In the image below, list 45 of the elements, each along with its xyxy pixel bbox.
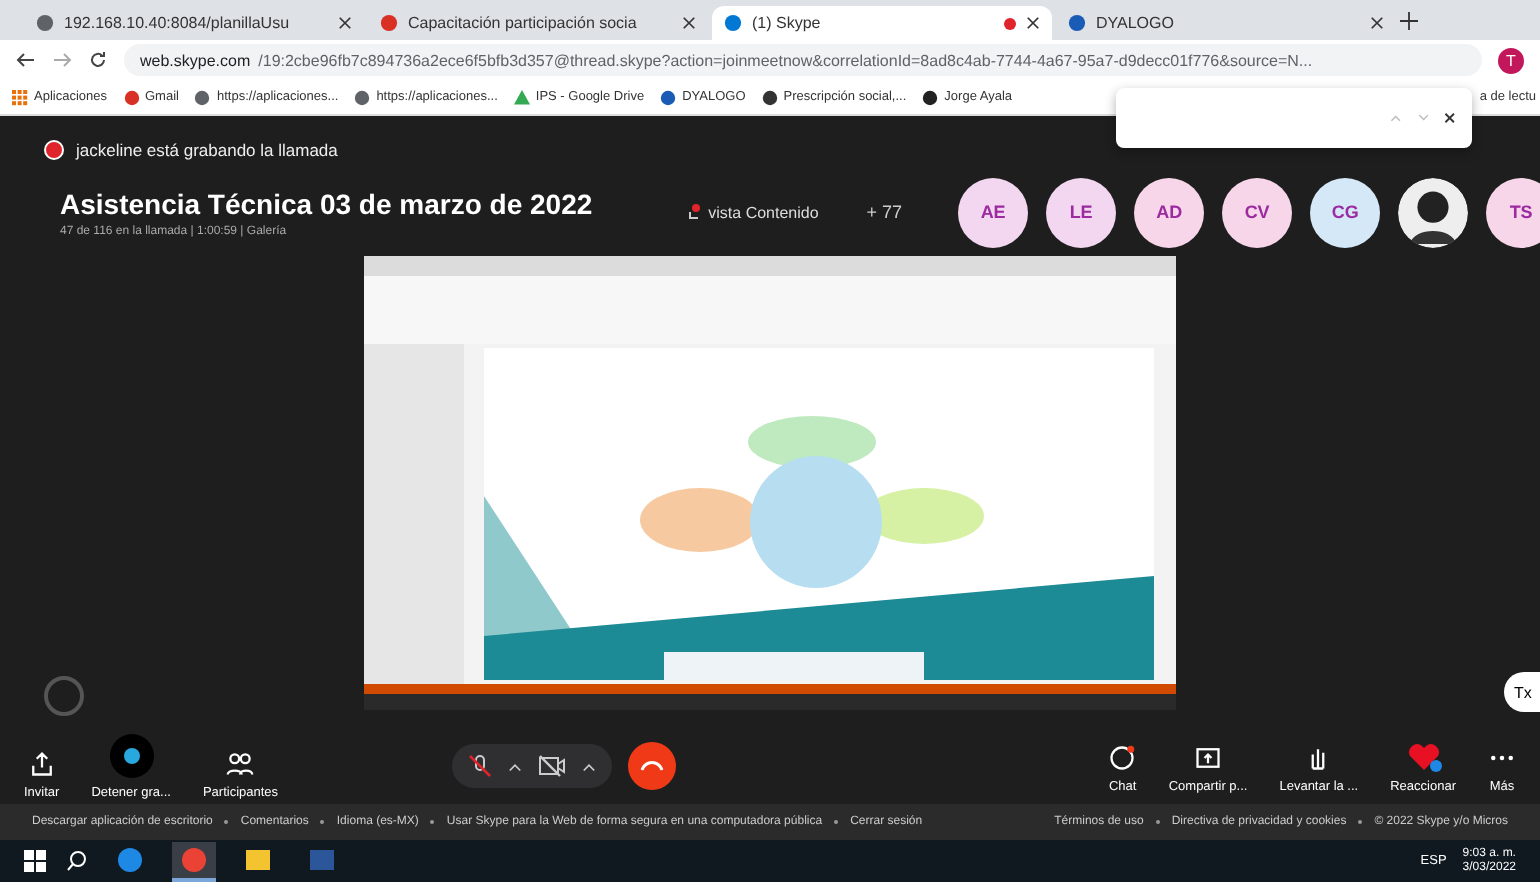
browser-tab[interactable]: Capacitación participación socia: [368, 6, 708, 40]
taskbar-app[interactable]: [172, 841, 216, 881]
participant-avatar[interactable]: CV: [1222, 177, 1293, 247]
hang-up-button[interactable]: [627, 742, 676, 790]
participant-avatar[interactable]: AE: [958, 177, 1029, 247]
record-icon: [109, 733, 154, 777]
people-icon: [226, 749, 255, 777]
browser-tab[interactable]: DYALOGO: [1056, 6, 1396, 40]
side-tab[interactable]: Tx: [1504, 672, 1540, 712]
caret-icon[interactable]: [507, 759, 522, 773]
upload-icon: [27, 749, 56, 777]
circle-logo-icon: [1068, 14, 1086, 32]
windows-start-icon[interactable]: [24, 850, 46, 872]
muted-mic-icon[interactable]: [467, 754, 492, 778]
close-icon[interactable]: [682, 16, 696, 30]
close-icon[interactable]: [1444, 110, 1457, 126]
participant-photo[interactable]: [1398, 177, 1469, 247]
close-icon[interactable]: [338, 16, 352, 30]
grid-icon: [12, 89, 28, 105]
camera-off-icon[interactable]: [537, 754, 566, 778]
caret-icon[interactable]: [581, 759, 596, 773]
heart-icon: [1405, 739, 1442, 771]
participant-avatar[interactable]: CG: [1310, 177, 1381, 247]
browser-tab[interactable]: (1) Skype: [712, 6, 1052, 40]
phone-icon: [639, 760, 664, 772]
circle-logo-icon: [660, 89, 677, 105]
participant-avatar[interactable]: LE: [1046, 177, 1117, 247]
recording-icon: [44, 140, 64, 160]
participant-avatar[interactable]: AD: [1134, 177, 1205, 247]
call-title: Asistencia Técnica 03 de marzo de 2022: [60, 187, 593, 219]
back-icon[interactable]: [16, 50, 36, 70]
triangle-icon: [513, 89, 530, 105]
recording-notice: jackeline está grabando la llamada: [76, 140, 338, 160]
profile-avatar[interactable]: T: [1498, 47, 1524, 73]
browser-tab[interactable]: 192.168.10.40:8084/planillaUsu: [24, 6, 364, 40]
reload-icon[interactable]: [88, 50, 108, 70]
content-view-toggle[interactable]: vista Contenido: [686, 203, 819, 221]
participant-count[interactable]: + 77: [866, 202, 903, 222]
chat-icon: [1108, 743, 1137, 771]
share-screen-icon: [1194, 743, 1223, 771]
new-tab-icon[interactable]: [1400, 11, 1418, 29]
close-icon[interactable]: [1370, 16, 1384, 30]
participant-avatar[interactable]: TS: [1486, 177, 1540, 247]
address-bar[interactable]: web.skype.com /19:2cbe96fb7c894736a2ece6f5bfb3d357@thread.skype?action=joinmeetnow&correlationId=8ad8c4ab-7744-4a67-95a7-d9decc01f776&source=N...: [124, 44, 1482, 76]
close-icon[interactable]: [1026, 16, 1040, 30]
